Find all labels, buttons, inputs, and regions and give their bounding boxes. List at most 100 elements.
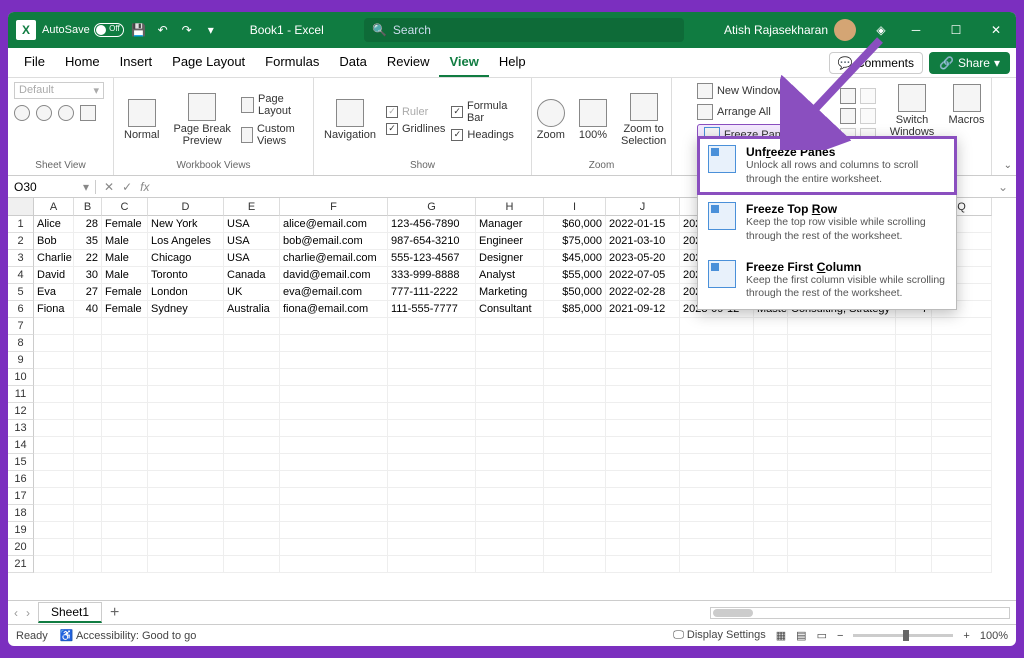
cell[interactable] — [74, 522, 102, 539]
cell[interactable]: david@email.com — [280, 267, 388, 284]
cell[interactable] — [148, 539, 224, 556]
cell[interactable]: $75,000 — [544, 233, 606, 250]
cell[interactable]: UK — [224, 284, 280, 301]
cell[interactable] — [896, 556, 932, 573]
row-header[interactable]: 11 — [8, 386, 34, 403]
cell[interactable] — [224, 488, 280, 505]
cell[interactable] — [896, 369, 932, 386]
cell[interactable] — [388, 403, 476, 420]
cell[interactable] — [544, 386, 606, 403]
cell[interactable] — [388, 318, 476, 335]
cell[interactable] — [34, 488, 74, 505]
cell[interactable] — [476, 556, 544, 573]
share-button[interactable]: 🔗 Share ▾ — [929, 52, 1010, 74]
cell[interactable] — [476, 352, 544, 369]
navigation-button[interactable]: Navigation — [320, 97, 380, 143]
cell[interactable] — [896, 471, 932, 488]
cell[interactable] — [148, 386, 224, 403]
cell[interactable] — [896, 335, 932, 352]
row-header[interactable]: 18 — [8, 505, 34, 522]
cell[interactable] — [788, 505, 896, 522]
cell[interactable] — [680, 488, 754, 505]
cell[interactable]: 123-456-7890 — [388, 216, 476, 233]
cell[interactable] — [606, 505, 680, 522]
cell[interactable]: alice@email.com — [280, 216, 388, 233]
cell[interactable] — [544, 539, 606, 556]
tab-insert[interactable]: Insert — [110, 48, 163, 77]
cell[interactable] — [544, 471, 606, 488]
expand-formula-icon[interactable]: ⌄ — [990, 180, 1016, 194]
column-header[interactable]: J — [606, 198, 680, 216]
cell[interactable]: $60,000 — [544, 216, 606, 233]
cell[interactable] — [224, 454, 280, 471]
cell[interactable] — [932, 386, 992, 403]
cell[interactable] — [680, 539, 754, 556]
name-box[interactable]: O30▾ — [8, 180, 96, 194]
cell[interactable] — [280, 437, 388, 454]
cell[interactable] — [74, 505, 102, 522]
cell[interactable] — [102, 386, 148, 403]
cell[interactable] — [680, 471, 754, 488]
cell[interactable] — [788, 369, 896, 386]
cell[interactable]: Fiona — [34, 301, 74, 318]
cell[interactable] — [476, 369, 544, 386]
keep-icon[interactable] — [14, 105, 30, 121]
cell[interactable] — [896, 522, 932, 539]
cell[interactable]: Engineer — [476, 233, 544, 250]
cell[interactable]: Female — [102, 284, 148, 301]
cell[interactable]: 2022-01-15 — [606, 216, 680, 233]
switch-windows-button[interactable]: Switch Windows — [886, 82, 939, 140]
cell[interactable] — [224, 539, 280, 556]
cell[interactable] — [754, 454, 788, 471]
cell[interactable] — [544, 488, 606, 505]
row-header[interactable]: 5 — [8, 284, 34, 301]
cell[interactable]: Los Angeles — [148, 233, 224, 250]
cell[interactable] — [754, 488, 788, 505]
row-header[interactable]: 10 — [8, 369, 34, 386]
cell[interactable] — [102, 335, 148, 352]
cell[interactable] — [388, 488, 476, 505]
cell[interactable] — [34, 505, 74, 522]
cell[interactable] — [102, 403, 148, 420]
cell[interactable] — [476, 335, 544, 352]
cell[interactable] — [224, 352, 280, 369]
cell[interactable] — [148, 420, 224, 437]
cell[interactable] — [476, 454, 544, 471]
cell[interactable] — [788, 352, 896, 369]
cell[interactable] — [754, 352, 788, 369]
row-header[interactable]: 9 — [8, 352, 34, 369]
cell[interactable] — [788, 556, 896, 573]
cell[interactable] — [476, 471, 544, 488]
zoom-out-icon[interactable]: − — [837, 630, 843, 642]
cell[interactable]: Toronto — [148, 267, 224, 284]
cell[interactable]: Eva — [34, 284, 74, 301]
cell[interactable] — [932, 539, 992, 556]
redo-icon[interactable]: ↷ — [178, 21, 196, 39]
cell[interactable]: $45,000 — [544, 250, 606, 267]
cell[interactable]: 2021-09-12 — [606, 301, 680, 318]
gridlines-checkbox[interactable]: ✓Gridlines — [386, 122, 445, 136]
view-side-button[interactable] — [860, 88, 876, 104]
view-break-icon[interactable]: ▭ — [817, 629, 827, 642]
cell[interactable] — [280, 454, 388, 471]
cell[interactable] — [932, 522, 992, 539]
cell[interactable] — [788, 454, 896, 471]
cell[interactable] — [754, 522, 788, 539]
autosave-toggle[interactable]: AutoSave Off — [42, 23, 124, 37]
cell[interactable] — [788, 539, 896, 556]
cell[interactable] — [932, 420, 992, 437]
cell[interactable] — [788, 318, 896, 335]
cell[interactable] — [606, 335, 680, 352]
collapse-ribbon-icon[interactable]: ⌄ — [1004, 160, 1012, 171]
cell[interactable] — [224, 335, 280, 352]
cell[interactable] — [102, 420, 148, 437]
cell[interactable] — [224, 403, 280, 420]
cell[interactable]: 27 — [74, 284, 102, 301]
page-layout-button[interactable]: Page Layout — [241, 92, 307, 118]
cell[interactable] — [280, 488, 388, 505]
cell[interactable] — [280, 420, 388, 437]
horizontal-scrollbar[interactable] — [710, 607, 1010, 619]
normal-view-button[interactable]: Normal — [120, 97, 163, 143]
cell[interactable] — [388, 454, 476, 471]
cell[interactable]: Analyst — [476, 267, 544, 284]
